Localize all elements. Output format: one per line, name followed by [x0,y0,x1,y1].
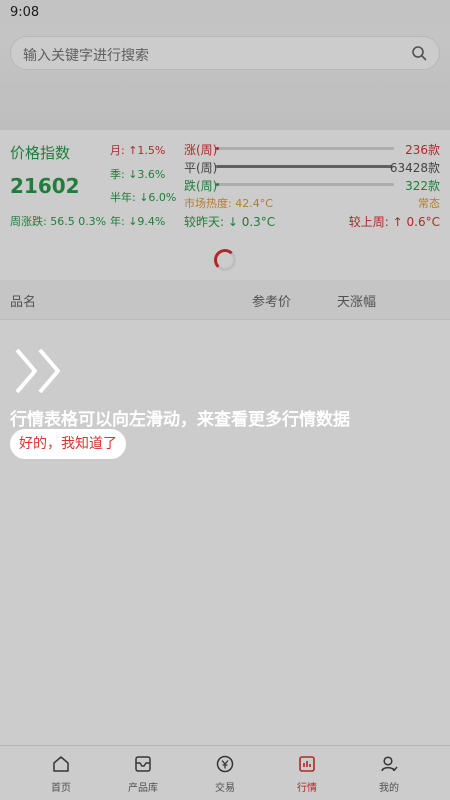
swipe-left-arrows-icon [15,348,60,394]
guide-overlay[interactable]: 行情表格可以向左滑动，来查看更多行情数据 好的，我知道了 [0,0,450,800]
guide-dismiss-button[interactable]: 好的，我知道了 [10,429,126,459]
guide-message: 行情表格可以向左滑动，来查看更多行情数据 [10,410,350,430]
